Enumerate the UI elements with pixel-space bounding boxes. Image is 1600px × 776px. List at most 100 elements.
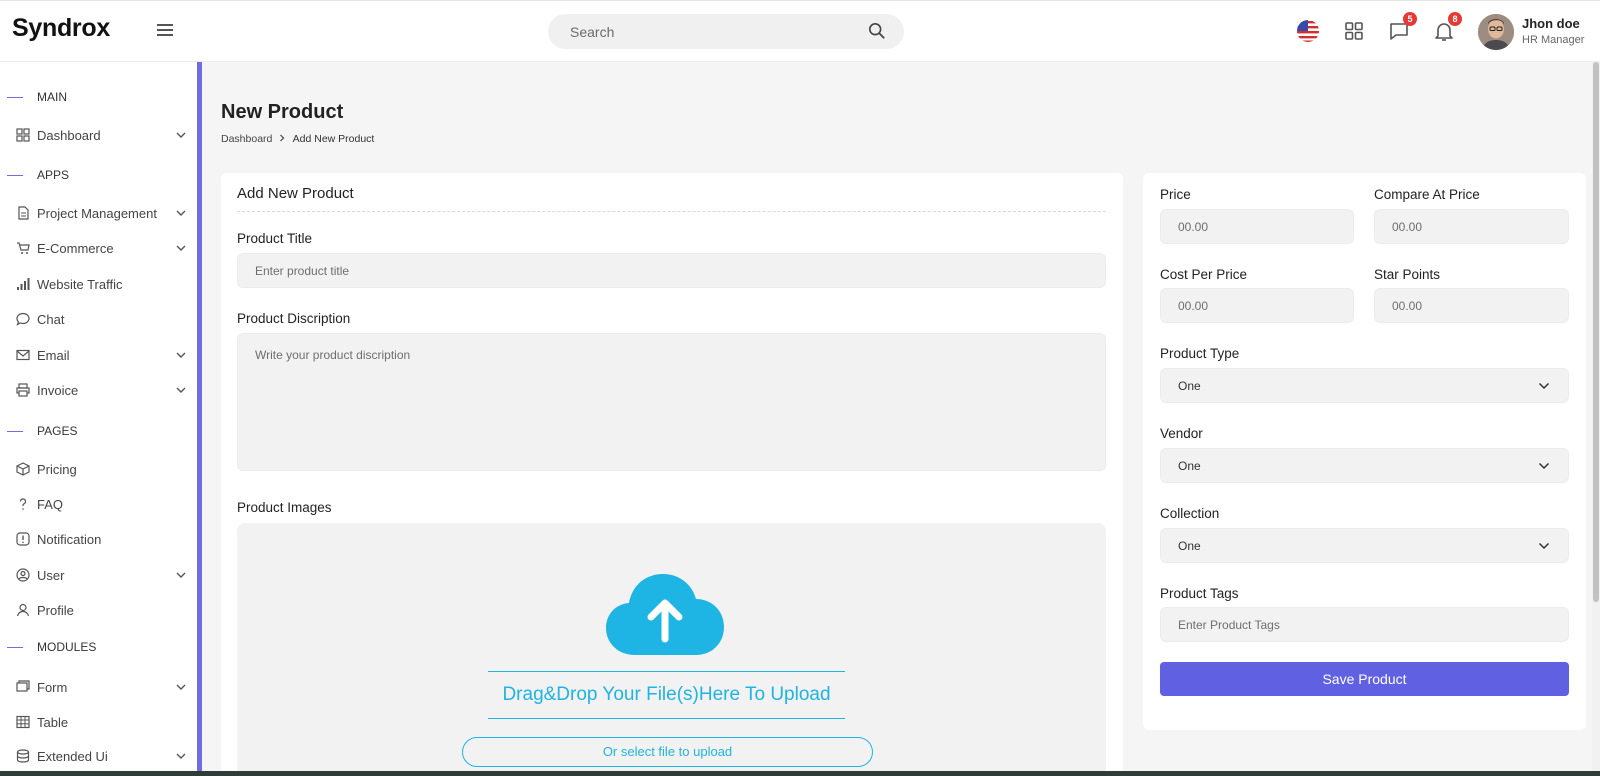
sidebar-item-label: Profile xyxy=(37,603,74,618)
product-title-input[interactable] xyxy=(238,254,1105,287)
star-points-input[interactable] xyxy=(1375,289,1568,322)
sidebar-item-table[interactable]: Table xyxy=(16,711,186,735)
card-title: Add New Product xyxy=(237,185,354,202)
price-field-wrap xyxy=(1160,209,1354,244)
us-flag-icon[interactable] xyxy=(1296,19,1320,43)
chevron-down-icon xyxy=(176,245,186,251)
sidebar-item-label: FAQ xyxy=(37,497,64,512)
app-logo[interactable]: Syndrox xyxy=(12,14,110,43)
vendor-value: One xyxy=(1178,459,1201,473)
form-icon xyxy=(16,680,30,692)
document-icon xyxy=(18,206,29,220)
sidebar-item-faq[interactable]: FAQ xyxy=(16,493,186,517)
section-apps: APPS xyxy=(0,168,69,182)
sidebar-item-label: Invoice xyxy=(37,383,79,398)
sidebar-item-notification[interactable]: Notification xyxy=(16,528,186,552)
star-points-field-wrap xyxy=(1374,288,1569,323)
image-dropzone[interactable]: Drag&Drop Your File(s)Here To Upload Or … xyxy=(237,523,1106,776)
bar-chart-icon xyxy=(17,278,30,290)
search-bar xyxy=(548,14,904,49)
sidebar-item-label: Project Management xyxy=(37,206,157,221)
chevron-down-icon xyxy=(1538,542,1550,550)
vendor-select[interactable]: One xyxy=(1160,448,1569,483)
collection-label: Collection xyxy=(1160,506,1220,521)
alert-icon xyxy=(16,532,30,546)
cost-price-label: Cost Per Price xyxy=(1160,267,1248,282)
search-icon[interactable] xyxy=(868,22,886,40)
chevron-down-icon xyxy=(176,210,186,216)
product-description-field-wrap xyxy=(237,333,1106,471)
sidebar-item-dashboard[interactable]: Dashboard xyxy=(16,124,186,148)
product-description-textarea[interactable] xyxy=(238,334,1105,470)
save-product-button[interactable]: Save Product xyxy=(1160,662,1569,696)
chevron-down-icon xyxy=(176,352,186,358)
product-images-label: Product Images xyxy=(237,500,332,515)
sidebar-item-chat[interactable]: Chat xyxy=(16,308,186,332)
chevron-down-icon xyxy=(176,684,186,690)
notifications-button[interactable]: 8 xyxy=(1432,12,1462,43)
grid-icon xyxy=(16,128,30,142)
sidebar-item-project-management[interactable]: Project Management xyxy=(16,202,186,226)
sidebar-item-label: Form xyxy=(37,680,68,695)
sidebar-item-label: Website Traffic xyxy=(37,277,123,292)
chevron-down-icon xyxy=(1538,462,1550,470)
sidebar-item-pricing[interactable]: Pricing xyxy=(16,458,186,482)
chat-icon xyxy=(16,312,30,326)
box-icon xyxy=(16,462,30,476)
cloud-upload-icon xyxy=(606,574,724,655)
sidebar-item-website-traffic[interactable]: Website Traffic xyxy=(16,273,186,297)
product-tags-label: Product Tags xyxy=(1160,586,1239,601)
sidebar-item-label: Pricing xyxy=(37,462,77,477)
cost-price-field-wrap xyxy=(1160,288,1354,323)
chevron-down-icon xyxy=(1538,382,1550,390)
sidebar-item-form[interactable]: Form xyxy=(16,676,186,700)
sidebar-item-label: Dashboard xyxy=(37,128,101,143)
sidebar-item-user[interactable]: User xyxy=(16,564,186,588)
avatar[interactable] xyxy=(1478,14,1514,50)
mail-icon xyxy=(16,349,30,361)
divider xyxy=(237,211,1106,212)
product-type-label: Product Type xyxy=(1160,346,1240,361)
vendor-label: Vendor xyxy=(1160,426,1203,441)
select-file-button[interactable]: Or select file to upload xyxy=(462,737,873,767)
section-pages: PAGES xyxy=(0,424,77,438)
notifications-badge: 8 xyxy=(1448,12,1462,26)
messages-button[interactable]: 5 xyxy=(1387,12,1417,43)
sidebar: MAIN Dashboard APPS Project Management E… xyxy=(0,62,202,776)
sidebar-item-label: Table xyxy=(37,715,69,730)
price-label: Price xyxy=(1160,187,1191,202)
dropzone-text: Drag&Drop Your File(s)Here To Upload xyxy=(488,671,845,719)
sidebar-item-email[interactable]: Email xyxy=(16,344,186,368)
user-circle-icon xyxy=(16,568,30,582)
scrollbar-thumb[interactable] xyxy=(1593,62,1599,602)
hamburger-menu-icon[interactable] xyxy=(157,24,173,38)
product-tags-input[interactable] xyxy=(1161,608,1568,641)
breadcrumb-dashboard-link[interactable]: Dashboard xyxy=(221,133,272,145)
sidebar-item-label: E-Commerce xyxy=(37,241,114,256)
sidebar-item-extended-ui[interactable]: Extended Ui xyxy=(16,745,186,769)
chevron-down-icon xyxy=(176,572,186,578)
printer-icon xyxy=(16,383,30,397)
page-title: New Product xyxy=(221,101,344,123)
collection-value: One xyxy=(1178,539,1201,553)
user-name: Jhon doe xyxy=(1522,16,1580,31)
chevron-down-icon xyxy=(176,753,186,759)
apps-grid-icon[interactable] xyxy=(1342,19,1366,43)
sidebar-item-e-commerce[interactable]: E-Commerce xyxy=(16,237,186,261)
product-type-select[interactable]: One xyxy=(1160,368,1569,403)
cart-icon xyxy=(17,242,30,254)
sidebar-item-profile[interactable]: Profile xyxy=(16,599,186,623)
sidebar-item-invoice[interactable]: Invoice xyxy=(16,379,186,403)
os-taskbar-edge xyxy=(0,771,1600,776)
compare-price-input[interactable] xyxy=(1375,210,1568,243)
product-description-label: Product Discription xyxy=(237,311,351,326)
search-input[interactable] xyxy=(548,14,848,49)
price-input[interactable] xyxy=(1161,210,1353,243)
collection-select[interactable]: One xyxy=(1160,528,1569,563)
star-points-label: Star Points xyxy=(1374,267,1441,282)
chevron-down-icon xyxy=(176,387,186,393)
chevron-right-icon xyxy=(279,133,286,145)
cost-price-input[interactable] xyxy=(1161,289,1353,322)
section-modules: MODULES xyxy=(0,640,96,654)
breadcrumb-current: Add New Product xyxy=(292,133,375,145)
